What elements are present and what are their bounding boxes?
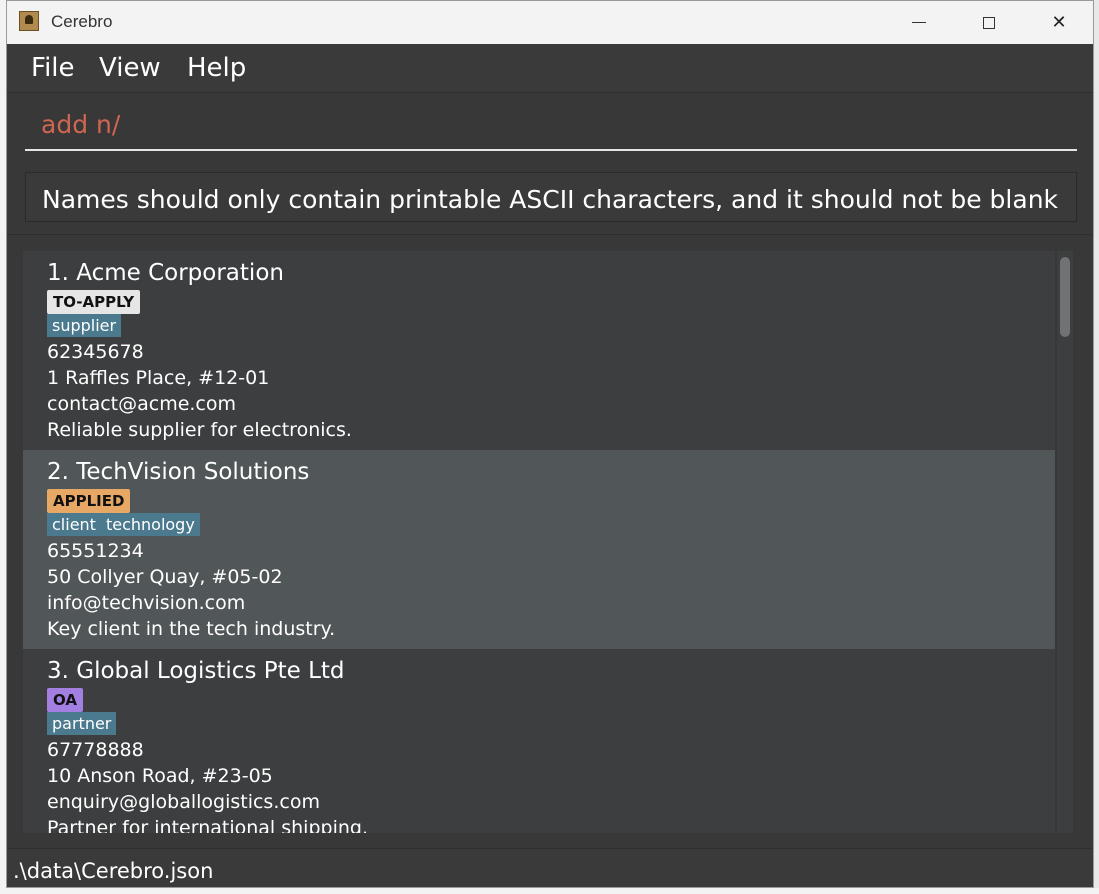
result-message: Names should only contain printable ASCI… — [42, 185, 1059, 214]
maximize-button[interactable] — [954, 1, 1024, 44]
minimize-icon — [912, 22, 926, 23]
company-address: 10 Anson Road, #23-05 — [47, 765, 273, 787]
company-card[interactable]: 1. Acme Corporation TO-APPLY supplier 62… — [23, 251, 1055, 450]
title-bar[interactable]: Cerebro ✕ — [7, 1, 1093, 44]
company-list-panel: 1. Acme Corporation TO-APPLY supplier 62… — [7, 234, 1093, 848]
company-phone: 65551234 — [47, 540, 144, 562]
status-badge: APPLIED — [47, 489, 131, 513]
status-badge: OA — [47, 688, 83, 712]
tag: client — [47, 513, 101, 536]
company-list[interactable]: 1. Acme Corporation TO-APPLY supplier 62… — [23, 251, 1055, 833]
command-input[interactable] — [25, 99, 1077, 151]
tag-list: partner — [47, 712, 117, 735]
data-file-path: .\data\Cerebro.json — [13, 859, 214, 883]
status-bar: .\data\Cerebro.json — [7, 848, 1093, 887]
company-name: 2. TechVision Solutions — [47, 459, 310, 485]
minimize-button[interactable] — [884, 1, 954, 44]
list-scrollbar[interactable] — [1057, 251, 1073, 833]
company-card[interactable]: 2. TechVision Solutions APPLIED client t… — [23, 450, 1055, 649]
company-description: Reliable supplier for electronics. — [47, 419, 352, 441]
company-name: 3. Global Logistics Pte Ltd — [47, 658, 345, 684]
menu-view[interactable]: View — [99, 53, 161, 83]
tag: partner — [47, 712, 117, 735]
company-address: 50 Collyer Quay, #05-02 — [47, 566, 283, 588]
close-button[interactable]: ✕ — [1024, 1, 1093, 44]
menu-bar: File View Help — [7, 44, 1093, 93]
company-phone: 62345678 — [47, 341, 144, 363]
desktop-background — [0, 888, 1099, 894]
menu-file[interactable]: File — [31, 53, 75, 83]
contact-book-icon — [19, 11, 39, 31]
window-title: Cerebro — [51, 12, 113, 31]
command-box — [7, 93, 1093, 163]
maximize-icon — [983, 16, 995, 29]
company-email: contact@acme.com — [47, 393, 237, 415]
company-card[interactable]: 3. Global Logistics Pte Ltd OA partner 6… — [23, 649, 1055, 833]
status-badge: TO-APPLY — [47, 290, 141, 314]
tag-list: client technology — [47, 513, 200, 536]
result-display: Names should only contain printable ASCI… — [7, 163, 1093, 233]
company-email: info@techvision.com — [47, 592, 246, 614]
company-email: enquiry@globallogistics.com — [47, 791, 320, 813]
tag: supplier — [47, 314, 122, 337]
company-name: 1. Acme Corporation — [47, 260, 284, 286]
app-window: Cerebro ✕ File View Help Names should on… — [6, 0, 1094, 888]
company-description: Partner for international shipping. — [47, 817, 368, 833]
company-description: Key client in the tech industry. — [47, 618, 336, 640]
company-address: 1 Raffles Place, #12-01 — [47, 367, 270, 389]
tag: technology — [100, 513, 200, 536]
menu-help[interactable]: Help — [187, 53, 246, 83]
scrollbar-thumb[interactable] — [1060, 257, 1070, 337]
company-phone: 67778888 — [47, 739, 144, 761]
result-box: Names should only contain printable ASCI… — [25, 172, 1077, 222]
tag-list: supplier — [47, 314, 122, 337]
close-icon: ✕ — [1051, 12, 1067, 33]
